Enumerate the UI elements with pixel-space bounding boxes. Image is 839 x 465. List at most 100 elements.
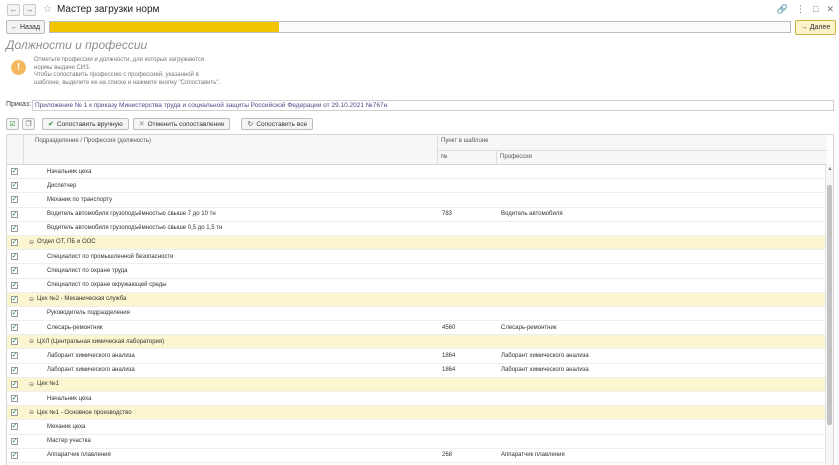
more-icon[interactable]: ⋮ — [796, 3, 805, 15]
cell-profession: Лаборант химического анализа — [501, 352, 589, 359]
row-checkbox[interactable]: ✓ — [11, 267, 18, 275]
divider — [437, 150, 827, 151]
order-field[interactable]: Приложение № 1 к приказу Министерства тр… — [32, 100, 834, 111]
table-row[interactable]: ✓ Аппаратчик плавления 268 Аппаратчик плавл… — [7, 449, 827, 463]
row-checkbox[interactable]: ✓ — [11, 281, 18, 289]
table-row[interactable]: ✓ Руководитель подразделения — [7, 307, 827, 322]
professions-table: Подразделение / Профессия (должность) Пу… — [6, 134, 834, 465]
table-row[interactable]: ✓ Лаборант химического анализа 1864 Лаборан… — [7, 349, 827, 364]
page-title: Должности и профессии — [6, 38, 148, 52]
match-all-label: Сопоставить все — [256, 120, 308, 128]
hint-block: ! Отметьте профессии и должности, для ко… — [11, 57, 241, 93]
row-checkbox[interactable]: ✓ — [11, 324, 18, 332]
hint-line: шаблоне, выделите ее на списке и нажмите… — [34, 79, 221, 86]
group-row[interactable]: ✓ ⊖ Цех №1 - Основное производство — [7, 406, 827, 421]
cancel-match-label: Отменить сопоставление — [147, 120, 225, 128]
back-button[interactable]: ← Назад — [6, 20, 45, 34]
collapse-toggle-icon[interactable]: ⊖ — [29, 381, 34, 388]
divider — [496, 150, 497, 165]
next-button[interactable]: → Далее — [795, 20, 836, 35]
cancel-match-button[interactable]: ✕ Отменить сопоставление — [132, 118, 231, 130]
cell-name: Цех №1 - Основное производство — [37, 409, 132, 416]
cell-name: Отдел ОТ, ПБ и ООС — [37, 239, 96, 246]
scroll-thumb[interactable] — [827, 185, 832, 425]
check-all-button[interactable]: ☑ — [6, 118, 19, 130]
row-checkbox[interactable]: ✓ — [11, 238, 18, 246]
table-row[interactable]: ✓ Начальник цеха — [7, 392, 827, 407]
hint-line: Отметьте профессии и должности, для кото… — [34, 57, 205, 63]
row-checkbox[interactable]: ✓ — [11, 423, 18, 431]
cell-name: Специалист по охране труда — [47, 267, 128, 274]
cell-name: Мастер участка — [47, 438, 91, 445]
table-row[interactable]: ✓ Механик по транспорту — [7, 193, 827, 208]
column-header-number[interactable]: № — [441, 154, 447, 160]
match-all-icon: ↻ — [247, 121, 254, 128]
group-row[interactable]: ✓ ⊖ Цех №1 — [7, 377, 827, 392]
cell-name: Диспетчер — [47, 182, 77, 189]
cell-number: 4560 — [442, 324, 456, 331]
table-row[interactable]: ✓ Специалист по промышленной безопасности — [7, 250, 827, 265]
match-manual-label: Сопоставить вручную — [56, 120, 123, 128]
table-row[interactable]: ✓ Слесарь-ремонтник 4560 Слесарь-ремонтник — [7, 321, 827, 336]
column-header-name[interactable]: Подразделение / Профессия (должность) — [35, 138, 151, 144]
copy-button[interactable]: ❐ — [22, 118, 35, 130]
column-header-profession[interactable]: Профессия — [500, 154, 532, 160]
row-checkbox[interactable]: ✓ — [11, 253, 18, 261]
row-checkbox[interactable]: ✓ — [11, 409, 18, 417]
table-row[interactable]: ✓ Механик цеха — [7, 420, 827, 435]
group-row[interactable]: ✓ ⊖ ЦХЛ (Центральная химическая лаборатори… — [7, 335, 827, 350]
cell-number: 268 — [442, 452, 453, 459]
collapse-toggle-icon[interactable]: ⊖ — [29, 338, 34, 345]
cell-name: Цех №2 - Механическая служба — [37, 296, 127, 303]
row-checkbox[interactable]: ✓ — [11, 182, 18, 190]
chevron-left-icon: ← — [10, 23, 18, 31]
link-icon[interactable]: 🔗 — [777, 3, 788, 15]
cell-profession: Аппаратчик плавления — [501, 452, 565, 459]
info-icon: ! — [11, 60, 26, 75]
cell-number: 1864 — [442, 352, 456, 359]
table-row[interactable]: ✓ Водитель автомобиля грузоподъёмностью с… — [7, 222, 827, 236]
row-checkbox[interactable]: ✓ — [11, 210, 18, 218]
row-checkbox[interactable]: ✓ — [11, 395, 18, 402]
divider — [23, 135, 24, 165]
scroll-up-icon[interactable]: ▲ — [826, 165, 833, 173]
cell-name: Водитель автомобиля грузоподъёмностью св… — [47, 211, 216, 218]
row-checkbox[interactable]: ✓ — [11, 352, 18, 360]
row-checkbox[interactable]: ✓ — [11, 338, 18, 346]
collapse-toggle-icon[interactable]: ⊖ — [29, 296, 34, 303]
cell-name: Цех №1 — [37, 381, 60, 388]
cell-name: Специалист по промышленной безопасности — [47, 253, 174, 260]
table-row[interactable]: ✓ Мастер участка — [7, 435, 827, 449]
cell-number: 783 — [442, 211, 453, 218]
table-row[interactable]: ✓ Водитель автомобиля грузоподъёмностью с… — [7, 208, 827, 222]
row-checkbox[interactable]: ✓ — [11, 451, 18, 459]
table-row[interactable]: ✓ Диспетчер — [7, 179, 827, 194]
table-row[interactable]: ✓ Специалист по охране труда — [7, 264, 827, 279]
nav-forward-button[interactable]: → — [23, 3, 36, 16]
favorite-star-icon[interactable]: ☆ — [43, 4, 52, 15]
match-all-button[interactable]: ↻ Сопоставить все — [241, 118, 314, 130]
vertical-scrollbar[interactable]: ▲ — [825, 165, 833, 465]
group-row[interactable]: ✓ ⊖ Отдел ОТ, ПБ и ООС — [7, 235, 827, 251]
close-icon[interactable]: ✕ — [826, 3, 834, 15]
maximize-icon[interactable]: □ — [813, 3, 818, 15]
row-checkbox[interactable]: ✓ — [11, 437, 18, 445]
cross-icon: ✕ — [138, 121, 145, 128]
row-checkbox[interactable]: ✓ — [11, 309, 18, 317]
table-row[interactable]: ✓ Специалист по охране окружающей среды — [7, 279, 827, 293]
cell-name: Начальник цеха — [47, 395, 92, 402]
row-checkbox[interactable]: ✓ — [11, 366, 18, 374]
collapse-toggle-icon[interactable]: ⊖ — [29, 409, 34, 416]
row-checkbox[interactable]: ✓ — [11, 168, 18, 175]
collapse-toggle-icon[interactable]: ⊖ — [29, 239, 34, 246]
group-row[interactable]: ✓ ⊖ Цех №2 - Механическая служба — [7, 292, 827, 307]
row-checkbox[interactable]: ✓ — [11, 380, 18, 388]
table-row[interactable]: ✓ Начальник цеха — [7, 165, 827, 180]
match-manual-button[interactable]: ✔ Сопоставить вручную — [42, 118, 129, 130]
row-checkbox[interactable]: ✓ — [11, 224, 18, 232]
row-checkbox[interactable]: ✓ — [11, 196, 18, 204]
table-row[interactable]: ✓ Лаборант химического анализа 1864 Лаборан… — [7, 364, 827, 378]
row-checkbox[interactable]: ✓ — [11, 295, 18, 303]
cell-name: Механик цеха — [47, 423, 86, 430]
nav-back-button[interactable]: ← — [7, 3, 20, 16]
